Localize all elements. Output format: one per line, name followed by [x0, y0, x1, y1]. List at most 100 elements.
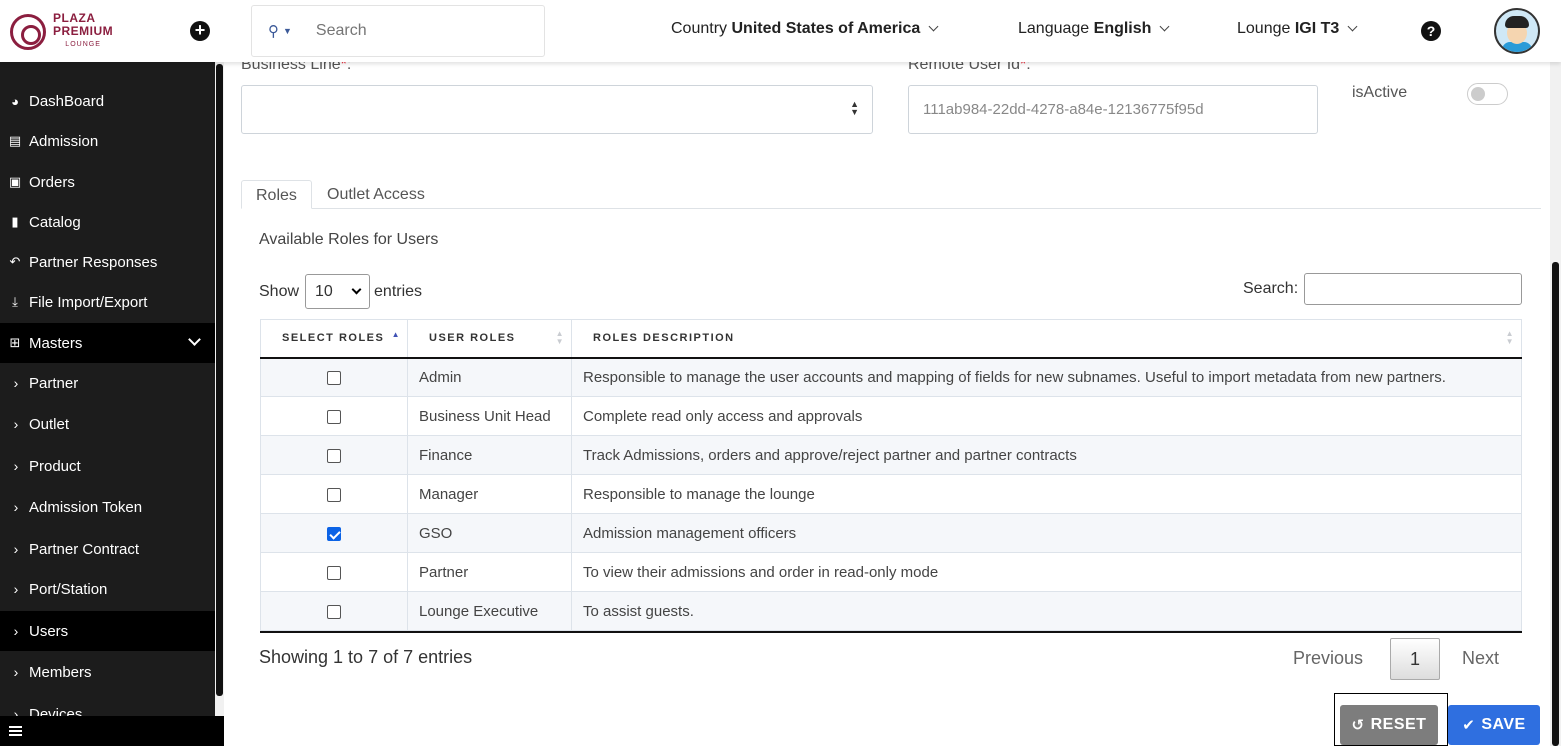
role-checkbox-partner[interactable] — [327, 565, 341, 580]
column-header-roles-description[interactable]: ROLES DESCRIPTION ▲ ▼ — [571, 319, 1522, 359]
role-checkbox-lounge-executive[interactable] — [327, 604, 341, 619]
language-selector[interactable]: Language English — [1018, 20, 1170, 38]
sidebar: ◕ DashBoard ▤ Admission ▣ Orders ▮ Catal… — [0, 62, 215, 716]
search-input[interactable] — [315, 22, 496, 40]
business-line-select[interactable]: ▲ ▼ — [241, 85, 873, 134]
logo-line-2: PREMIUM — [53, 24, 114, 38]
role-checkbox-finance[interactable] — [327, 448, 341, 463]
sidebar-item-catalog[interactable]: ▮ Catalog — [0, 202, 215, 242]
table-search-input[interactable] — [1304, 273, 1522, 305]
role-description-cell: Responsible to manage the lounge — [571, 474, 1522, 514]
sidebar-item-label: Port/Station — [29, 580, 108, 598]
table-search-label: Search: — [1243, 280, 1299, 297]
brand-logo[interactable]: PLAZA PREMIUM LOUNGE — [10, 12, 113, 51]
pagination-next[interactable]: Next — [1462, 648, 1499, 669]
language-value: English — [1093, 20, 1152, 37]
select-cell — [260, 435, 408, 475]
sidebar-item-masters[interactable]: ⊞ Masters — [0, 323, 215, 363]
sidebar-item-admission[interactable]: ▤ Admission — [0, 121, 215, 161]
role-name-cell: Partner — [407, 552, 572, 592]
column-header-select-roles[interactable]: SELECT ROLES ▲ — [260, 319, 408, 359]
sidebar-item-admission-token[interactable]: › Admission Token — [0, 487, 215, 527]
sidebar-item-label: Devices — [29, 705, 83, 717]
sidebar-item-label: Partner — [29, 374, 79, 392]
role-name-cell: Manager — [407, 474, 572, 514]
sidebar-item-devices[interactable]: › Devices — [0, 694, 215, 717]
sidebar-item-dashboard[interactable]: ◕ DashBoard — [0, 81, 215, 121]
is-active-toggle[interactable] — [1467, 83, 1508, 105]
reset-label: RESET — [1370, 716, 1427, 733]
sidebar-item-label: Product — [29, 457, 81, 475]
hamburger-menu-icon[interactable] — [9, 726, 22, 736]
role-checkbox-business-unit-head[interactable] — [327, 409, 341, 424]
page-size-select[interactable]: 10 — [305, 274, 371, 309]
sidebar-item-partner-responses[interactable]: ↶ Partner Responses — [0, 242, 215, 282]
role-description-cell: Admission management officers — [571, 513, 1522, 553]
tab-outlet-access[interactable]: Outlet Access — [313, 180, 439, 209]
reset-button[interactable]: ↺ RESET — [1340, 705, 1438, 745]
top-navbar: PLAZA PREMIUM LOUNGE + ⚲ ▼ Country Unite… — [0, 0, 1561, 62]
sidebar-scrollbar[interactable] — [215, 62, 224, 746]
add-new-icon[interactable]: + — [190, 21, 210, 41]
column-header-label: USER ROLES — [429, 332, 516, 345]
cart-icon: ▣ — [8, 174, 22, 189]
sidebar-item-product[interactable]: › Product — [0, 446, 215, 486]
chevron-right-icon: › — [13, 541, 19, 557]
sidebar-item-port-station[interactable]: › Port/Station — [0, 569, 215, 609]
page-size-value: 10 — [315, 282, 333, 300]
role-name-cell: Finance — [407, 435, 572, 475]
table-info: Showing 1 to 7 of 7 entries — [259, 647, 473, 667]
pagination-page-1[interactable]: 1 — [1390, 638, 1440, 680]
remote-user-id-field[interactable]: 111ab984-22dd-4278-a84e-12136775f95d — [908, 85, 1318, 134]
sidebar-item-orders[interactable]: ▣ Orders — [0, 162, 215, 202]
save-button[interactable]: ✔ SAVE — [1448, 705, 1540, 745]
table-row: Admin Responsible to manage the user acc… — [260, 357, 1522, 397]
sidebar-item-users[interactable]: › Users — [0, 611, 215, 651]
table-header-row: SELECT ROLES ▲ USER ROLES ▲ ▼ ROLES DESCR… — [260, 319, 1522, 359]
role-checkbox-admin[interactable] — [327, 370, 341, 385]
sidebar-item-partner-contract[interactable]: › Partner Contract — [0, 529, 215, 569]
country-selector[interactable]: Country United States of America — [671, 20, 939, 38]
sidebar-item-file-import-export[interactable]: ⤓ File Import/Export — [0, 282, 215, 322]
page-scrollbar[interactable] — [1550, 62, 1561, 746]
download-icon: ⤓ — [12, 294, 18, 309]
lounge-selector[interactable]: Lounge IGI T3 — [1237, 20, 1358, 38]
select-cell — [260, 591, 408, 631]
entries-length-control: Show 10 entries — [259, 274, 422, 309]
role-name-cell: Business Unit Head — [407, 396, 572, 436]
chevron-right-icon: › — [13, 416, 19, 432]
role-name-cell: Admin — [407, 357, 572, 397]
is-active-label: isActive — [1352, 84, 1408, 101]
sidebar-item-partner[interactable]: › Partner — [0, 363, 215, 403]
undo-icon: ↺ — [1351, 717, 1365, 734]
id-card-icon: ▤ — [8, 133, 22, 148]
pagination-previous[interactable]: Previous — [1293, 648, 1363, 669]
table-bottom-border — [260, 631, 1522, 633]
select-cell — [260, 552, 408, 592]
help-icon[interactable]: ? — [1421, 21, 1441, 41]
chevron-right-icon: › — [13, 706, 19, 716]
role-checkbox-manager[interactable] — [327, 487, 341, 502]
scrollbar-thumb[interactable] — [216, 64, 223, 696]
role-description-cell: Complete read only access and approvals — [571, 396, 1522, 436]
chevron-down-icon[interactable] — [188, 333, 201, 346]
roles-table: SELECT ROLES ▲ USER ROLES ▲ ▼ ROLES DESCR… — [260, 319, 1522, 631]
sidebar-item-label: Outlet — [29, 415, 70, 433]
sidebar-footer — [0, 716, 224, 746]
sidebar-item-outlet[interactable]: › Outlet — [0, 404, 215, 444]
search-dropdown-caret-icon[interactable]: ▼ — [283, 26, 292, 36]
country-label: Country — [671, 20, 728, 37]
scrollbar-thumb[interactable] — [1552, 262, 1559, 746]
logo-text: PLAZA PREMIUM LOUNGE — [53, 12, 113, 51]
sidebar-item-label: Users — [29, 622, 69, 640]
column-header-user-roles[interactable]: USER ROLES ▲ ▼ — [407, 319, 572, 359]
user-avatar[interactable] — [1494, 8, 1540, 54]
tab-roles[interactable]: Roles — [241, 180, 312, 209]
global-search[interactable]: ⚲ ▼ — [251, 5, 545, 57]
column-header-label: ROLES DESCRIPTION — [593, 332, 735, 345]
check-icon: ✔ — [1462, 717, 1476, 734]
search-icon[interactable]: ⚲ — [268, 22, 279, 40]
role-description-cell: Track Admissions, orders and approve/rej… — [571, 435, 1522, 475]
sidebar-item-members[interactable]: › Members — [0, 652, 215, 692]
role-checkbox-gso[interactable] — [327, 526, 341, 541]
